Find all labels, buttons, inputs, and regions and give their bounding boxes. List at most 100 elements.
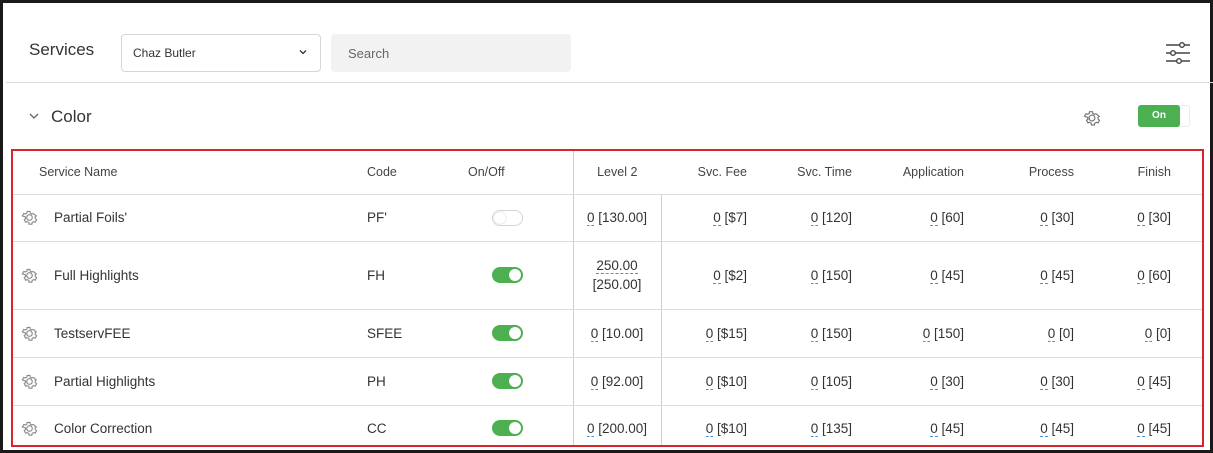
col-header-svc-time[interactable]: Svc. Time — [766, 151, 872, 195]
staff-select-value: Chaz Butler — [133, 46, 196, 60]
default-value: [60] — [1148, 267, 1171, 283]
gear-icon[interactable] — [20, 372, 39, 391]
override-value[interactable]: 0 — [810, 325, 819, 342]
col-header-level-2[interactable]: Level 2 — [572, 151, 661, 195]
override-value[interactable]: 0 — [590, 325, 599, 342]
gear-icon[interactable] — [1082, 108, 1102, 128]
service-toggle[interactable] — [492, 267, 524, 284]
override-value[interactable]: 0 — [930, 420, 938, 437]
section-title: Color — [51, 107, 92, 126]
col-header-application[interactable]: Application — [872, 151, 985, 195]
override-value[interactable]: 0 — [705, 373, 714, 390]
chevron-down-icon — [299, 50, 307, 55]
override-value[interactable]: 0 — [930, 210, 938, 226]
override-value[interactable]: 0 — [1137, 210, 1145, 226]
section-toggle[interactable]: On — [1138, 105, 1190, 127]
table-header-row: Service Name Code On/Off Level 2 Svc. Fe… — [13, 151, 1202, 195]
override-value[interactable]: 0 — [1137, 267, 1145, 284]
override-value[interactable]: 0 — [1040, 420, 1048, 437]
service-name: TestservFEE — [54, 325, 131, 341]
override-value[interactable]: 0 — [810, 373, 819, 390]
override-value[interactable]: 0 — [930, 373, 938, 390]
col-header-svc-fee[interactable]: Svc. Fee — [661, 151, 766, 195]
default-value: [250.00] — [592, 277, 642, 292]
toggle-knob — [494, 211, 507, 224]
gear-icon[interactable] — [20, 266, 39, 285]
override-value[interactable]: 0 — [1040, 210, 1048, 226]
default-value: [0] — [1155, 325, 1171, 341]
service-code: PF' — [363, 194, 443, 242]
gear-icon[interactable] — [20, 208, 39, 227]
gear-icon[interactable] — [20, 324, 39, 343]
onoff-cell — [443, 309, 573, 358]
override-value[interactable]: 0 — [810, 210, 819, 226]
service-toggle[interactable] — [492, 420, 524, 437]
override-value[interactable]: 0 — [1144, 325, 1153, 342]
override-value[interactable]: 0 — [810, 420, 819, 437]
default-value: [150] — [821, 325, 852, 341]
default-value: [30] — [1051, 373, 1074, 389]
filter-sliders-icon[interactable] — [1165, 41, 1191, 65]
service-name: Color Correction — [54, 420, 153, 436]
table-row: TestservFEE SFEE 0 [10.00] 0 [$15] 0 [15… — [13, 309, 1202, 358]
col-header-code[interactable]: Code — [363, 151, 443, 195]
svc-fee-cell: 0 [$7] — [661, 194, 766, 242]
application-cell: 0 [150] — [872, 309, 985, 358]
default-value: [30] — [1148, 210, 1171, 225]
service-name: Partial Highlights — [54, 373, 156, 389]
override-value[interactable]: 0 — [922, 325, 931, 342]
toggle-knob — [509, 422, 522, 435]
section-toggle-label: On — [1138, 105, 1180, 127]
staff-select[interactable]: Chaz Butler — [121, 34, 321, 72]
override-value[interactable]: 0 — [1137, 420, 1145, 437]
override-value[interactable]: 250.00 — [596, 258, 638, 274]
override-value[interactable]: 0 — [1040, 373, 1048, 390]
override-value[interactable]: 0 — [713, 210, 721, 226]
override-value[interactable]: 0 — [705, 325, 714, 342]
override-value[interactable]: 0 — [590, 373, 599, 390]
level-2-cell: 0 [200.00] — [572, 405, 662, 445]
services-table-highlight: Service Name Code On/Off Level 2 Svc. Fe… — [11, 149, 1204, 447]
default-value: [200.00] — [598, 420, 648, 436]
table-row: Color Correction CC 0 [200.00] 0 [$10] 0… — [13, 405, 1202, 445]
table-row: Full Highlights FH 250.00 [250.00] 0 [$2]… — [13, 241, 1202, 310]
col-header-finish[interactable]: Finish — [1091, 151, 1202, 195]
col-header-process[interactable]: Process — [985, 151, 1091, 195]
override-value[interactable]: 0 — [1040, 267, 1048, 284]
process-cell: 0 [0] — [985, 309, 1091, 358]
default-value: [$10] — [716, 373, 747, 389]
service-name-cell: Partial Highlights — [13, 357, 363, 406]
gear-icon[interactable] — [20, 419, 39, 438]
col-header-service-name[interactable]: Service Name — [13, 151, 363, 195]
default-value: [30] — [1051, 210, 1074, 225]
svc-fee-cell: 0 [$2] — [661, 241, 766, 310]
service-name: Partial Foils' — [54, 210, 128, 225]
override-value[interactable]: 0 — [713, 267, 721, 284]
toggle-knob — [509, 327, 522, 340]
default-value: [$2] — [724, 267, 747, 283]
override-value[interactable]: 0 — [930, 267, 938, 284]
override-value[interactable]: 0 — [586, 210, 595, 226]
default-value: [$7] — [724, 210, 747, 225]
svc-fee-cell: 0 [$15] — [661, 309, 766, 358]
level-2-cell: 0 [10.00] — [572, 309, 662, 358]
default-value: [120] — [821, 210, 852, 225]
service-toggle[interactable] — [492, 373, 524, 390]
service-code: SFEE — [363, 309, 443, 358]
override-value[interactable]: 0 — [586, 420, 595, 437]
application-cell: 0 [30] — [872, 357, 985, 406]
override-value[interactable]: 0 — [705, 420, 714, 437]
service-toggle[interactable] — [492, 325, 524, 342]
default-value: [45] — [1148, 373, 1171, 389]
toggle-knob — [509, 375, 522, 388]
default-value: [10.00] — [601, 325, 644, 341]
onoff-cell — [443, 241, 573, 310]
override-value[interactable]: 0 — [810, 267, 819, 284]
override-value[interactable]: 0 — [1137, 373, 1145, 390]
search-input[interactable] — [331, 34, 571, 72]
override-value[interactable]: 0 — [1047, 325, 1056, 342]
col-header-onoff[interactable]: On/Off — [443, 151, 573, 195]
service-toggle[interactable] — [492, 209, 524, 226]
chevron-down-icon[interactable] — [28, 110, 40, 122]
service-code: PH — [363, 357, 443, 406]
